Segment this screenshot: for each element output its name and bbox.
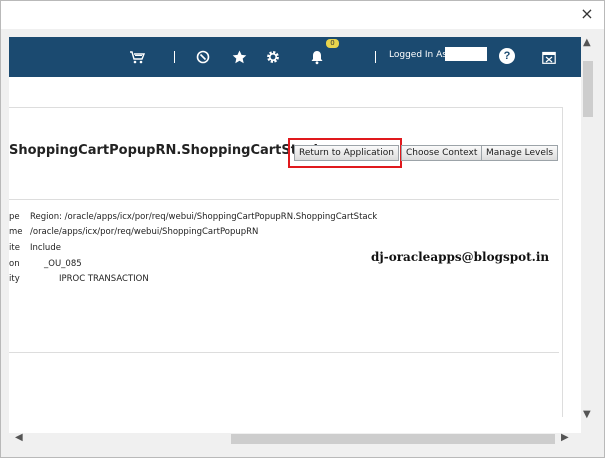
choose-context-button[interactable]: Choose Context bbox=[401, 145, 483, 161]
scroll-down-icon[interactable]: ▼ bbox=[583, 409, 591, 420]
help-icon[interactable]: ? bbox=[499, 48, 515, 64]
row-value: _OU_085 bbox=[44, 259, 82, 269]
username-redacted bbox=[445, 47, 487, 61]
row-value: /oracle/apps/icx/por/req/webui/ShoppingC… bbox=[30, 227, 259, 237]
manage-levels-button[interactable]: Manage Levels bbox=[481, 145, 559, 161]
window-titlebar: × bbox=[1, 1, 604, 29]
favorites-star-icon[interactable] bbox=[229, 37, 249, 77]
vertical-scroll-thumb[interactable] bbox=[583, 61, 593, 117]
row-label: ity bbox=[9, 274, 20, 284]
shopping-cart-icon[interactable] bbox=[127, 37, 147, 77]
row-value: Include bbox=[30, 243, 61, 253]
logged-in-label: Logged In As bbox=[389, 50, 447, 60]
scroll-left-icon[interactable]: ◀ bbox=[15, 432, 23, 443]
horizontal-scroll-thumb[interactable] bbox=[231, 434, 555, 444]
section-divider bbox=[9, 352, 559, 353]
notifications-bell-icon[interactable] bbox=[307, 37, 327, 77]
page-title: ShoppingCartPopupRN.ShoppingCartStack bbox=[9, 143, 323, 158]
settings-gear-icon[interactable] bbox=[263, 37, 283, 77]
header-divider bbox=[174, 51, 175, 63]
section-divider bbox=[9, 199, 559, 200]
notification-count-badge: 0 bbox=[326, 39, 339, 48]
content-frame: 0 Logged In As ? ShoppingCartPopupRN.Sho… bbox=[9, 37, 581, 433]
logout-icon[interactable] bbox=[541, 37, 557, 77]
scroll-up-icon[interactable]: ▲ bbox=[583, 37, 591, 48]
scroll-right-icon[interactable]: ▶ bbox=[561, 432, 569, 443]
row-label: ite bbox=[9, 243, 20, 253]
watermark-text: dj-oracleapps@blogspot.in bbox=[371, 250, 550, 264]
row-value: IPROC TRANSACTION bbox=[59, 274, 149, 284]
row-label: me bbox=[9, 227, 23, 237]
row-value: Region: /oracle/apps/icx/por/req/webui/S… bbox=[30, 212, 378, 222]
close-icon[interactable]: × bbox=[578, 5, 596, 23]
global-header: 0 Logged In As ? bbox=[9, 37, 581, 77]
navigator-icon[interactable] bbox=[193, 37, 213, 77]
return-to-application-button[interactable]: Return to Application bbox=[294, 145, 399, 161]
header-divider bbox=[375, 51, 376, 63]
row-label: pe bbox=[9, 212, 20, 222]
vertical-scrollbar[interactable]: ▲ ▼ bbox=[581, 37, 595, 433]
horizontal-scrollbar[interactable]: ◀ ▶ bbox=[9, 432, 581, 445]
popup-window: × 0 Logged In As ? ShoppingCartPopupRN.S… bbox=[0, 0, 605, 458]
row-label: on bbox=[9, 259, 20, 269]
